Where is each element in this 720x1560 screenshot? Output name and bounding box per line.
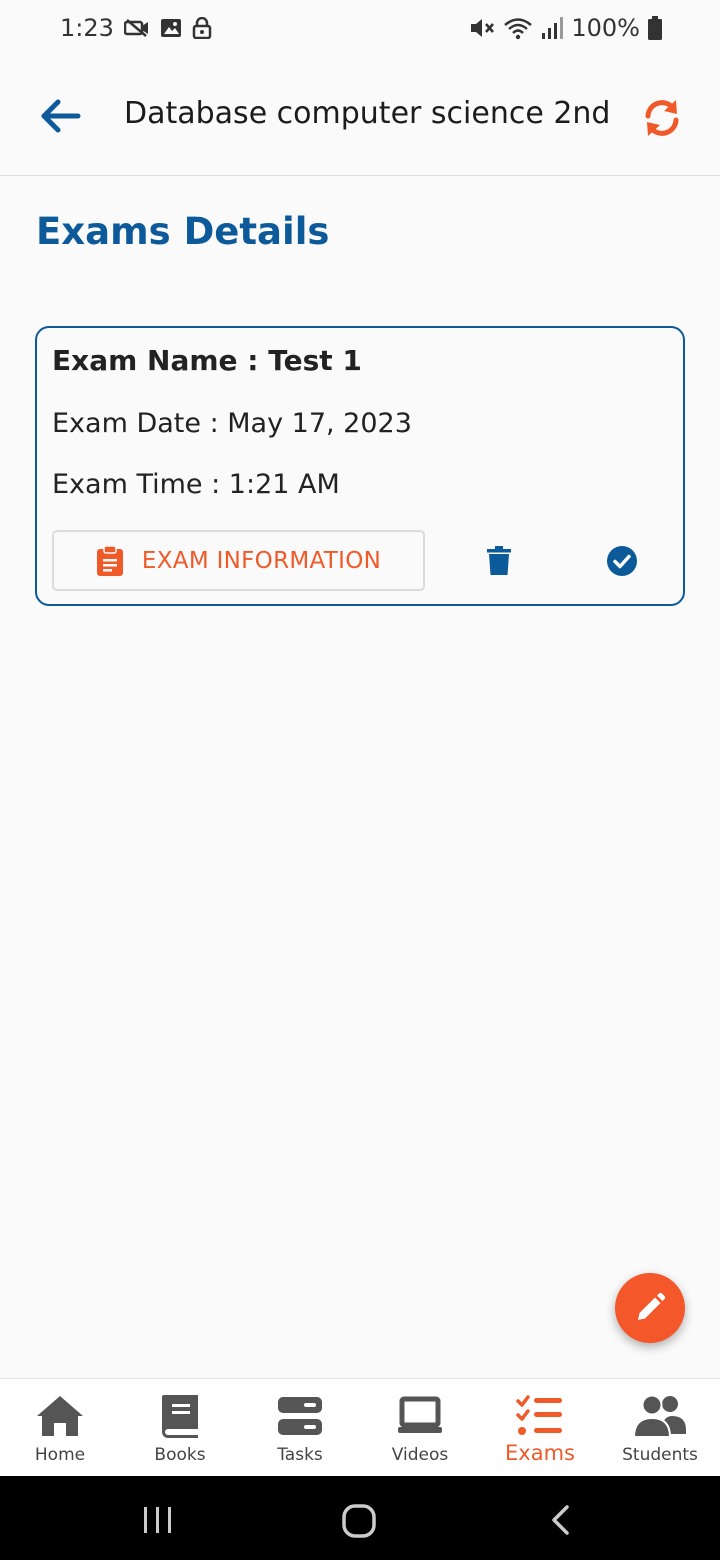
home-system-button[interactable] bbox=[342, 1504, 376, 1538]
tasks-icon bbox=[278, 1397, 322, 1435]
home-icon bbox=[37, 1396, 83, 1436]
nav-label-tasks: Tasks bbox=[277, 1445, 323, 1465]
complete-button[interactable] bbox=[606, 545, 638, 577]
bottom-nav: Home Books Tasks Videos Exams Students bbox=[0, 1378, 720, 1476]
mute-icon bbox=[469, 16, 495, 40]
image-icon bbox=[160, 18, 182, 38]
exam-card: Exam Name : Test 1 Exam Date : May 17, 2… bbox=[35, 326, 685, 606]
nav-item-videos[interactable]: Videos bbox=[360, 1379, 480, 1476]
refresh-button[interactable] bbox=[640, 96, 684, 140]
status-bar: 1:23 100% bbox=[0, 0, 720, 56]
nav-item-books[interactable]: Books bbox=[120, 1379, 240, 1476]
section-title: Exams Details bbox=[36, 210, 330, 253]
checklist-icon bbox=[516, 1395, 562, 1435]
camera-off-icon bbox=[123, 18, 150, 38]
nav-label-students: Students bbox=[622, 1445, 698, 1465]
pencil-icon bbox=[638, 1292, 666, 1320]
back-button[interactable] bbox=[36, 94, 86, 138]
wifi-icon bbox=[503, 16, 533, 40]
nav-item-students[interactable]: Students bbox=[600, 1379, 720, 1476]
delete-button[interactable] bbox=[487, 546, 511, 576]
battery-percent: 100% bbox=[571, 14, 640, 42]
check-circle-icon bbox=[607, 546, 637, 576]
refresh-icon bbox=[645, 100, 679, 136]
status-time: 1:23 bbox=[60, 14, 114, 42]
clipboard-icon bbox=[96, 544, 123, 576]
status-left: 1:23 bbox=[60, 14, 212, 42]
users-icon bbox=[632, 1394, 686, 1438]
nav-label-books: Books bbox=[154, 1445, 206, 1465]
laptop-icon bbox=[398, 1396, 442, 1433]
exam-date: Exam Date : May 17, 2023 bbox=[52, 408, 412, 439]
chevron-left-icon bbox=[552, 1505, 569, 1535]
edit-fab-button[interactable] bbox=[615, 1273, 685, 1343]
page-title: Database computer science 2nd bbox=[124, 96, 611, 131]
exam-information-label: EXAM INFORMATION bbox=[141, 547, 382, 574]
trash-icon bbox=[487, 546, 511, 575]
system-nav-bar bbox=[0, 1476, 720, 1560]
exam-name: Exam Name : Test 1 bbox=[52, 344, 362, 377]
nav-item-tasks[interactable]: Tasks bbox=[240, 1379, 360, 1476]
lock-icon bbox=[192, 17, 212, 39]
recent-apps-button[interactable] bbox=[142, 1504, 174, 1536]
book-icon bbox=[162, 1395, 198, 1438]
signal-icon bbox=[541, 16, 564, 40]
exam-time: Exam Time : 1:21 AM bbox=[52, 469, 340, 500]
exam-information-button[interactable]: EXAM INFORMATION bbox=[52, 530, 425, 591]
app-bar: Database computer science 2nd bbox=[0, 56, 720, 176]
recent-apps-icon bbox=[144, 1507, 171, 1533]
status-right: 100% bbox=[469, 14, 662, 42]
arrow-left-icon bbox=[41, 99, 81, 133]
nav-label-exams: Exams bbox=[505, 1441, 575, 1465]
battery-icon bbox=[648, 16, 662, 40]
nav-item-exams[interactable]: Exams bbox=[480, 1379, 600, 1476]
nav-item-home[interactable]: Home bbox=[0, 1379, 120, 1476]
back-system-button[interactable] bbox=[550, 1504, 572, 1536]
nav-label-videos: Videos bbox=[391, 1445, 449, 1465]
home-circle-icon bbox=[342, 1504, 376, 1538]
nav-label-home: Home bbox=[34, 1445, 86, 1465]
